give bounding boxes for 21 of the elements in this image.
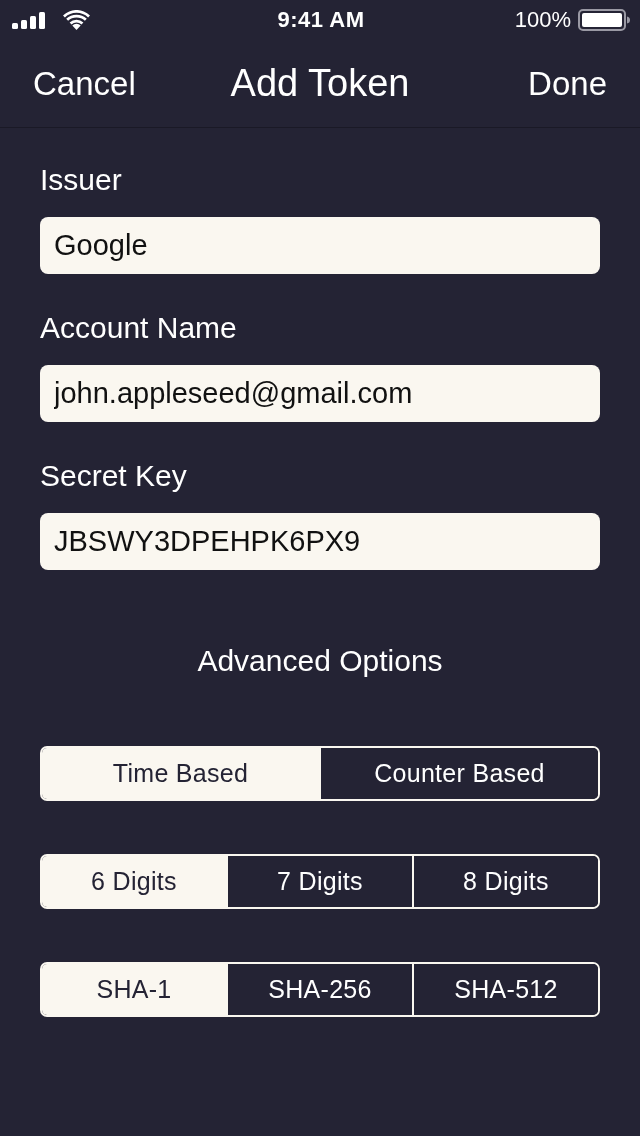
battery-icon: [578, 9, 630, 31]
wifi-icon: [63, 10, 90, 30]
segment-option[interactable]: 8 Digits: [412, 856, 598, 907]
input-field[interactable]: JBSWY3DPEHPK6PX9: [40, 513, 600, 570]
segment-option[interactable]: SHA-512: [412, 964, 598, 1015]
field-label: Issuer: [40, 162, 123, 198]
battery-percentage: 100%: [514, 7, 571, 33]
field-label: Account Name: [40, 310, 238, 346]
segment-option[interactable]: Counter Based: [319, 748, 598, 799]
field-label: Secret Key: [40, 458, 188, 494]
cancel-button[interactable]: Cancel: [33, 64, 136, 103]
done-button[interactable]: Done: [528, 64, 607, 103]
segment-option[interactable]: Time Based: [42, 748, 319, 799]
nav-title: Add Token: [230, 62, 410, 105]
input-field[interactable]: john.appleseed@gmail.com: [40, 365, 600, 422]
signal-icon: [12, 11, 45, 29]
segment-option[interactable]: SHA-1: [42, 964, 226, 1015]
segment-option[interactable]: 6 Digits: [42, 856, 226, 907]
section-title: Advanced Options: [197, 643, 443, 679]
status-time: 9:41 AM: [277, 7, 365, 33]
input-field[interactable]: Google: [40, 217, 600, 274]
